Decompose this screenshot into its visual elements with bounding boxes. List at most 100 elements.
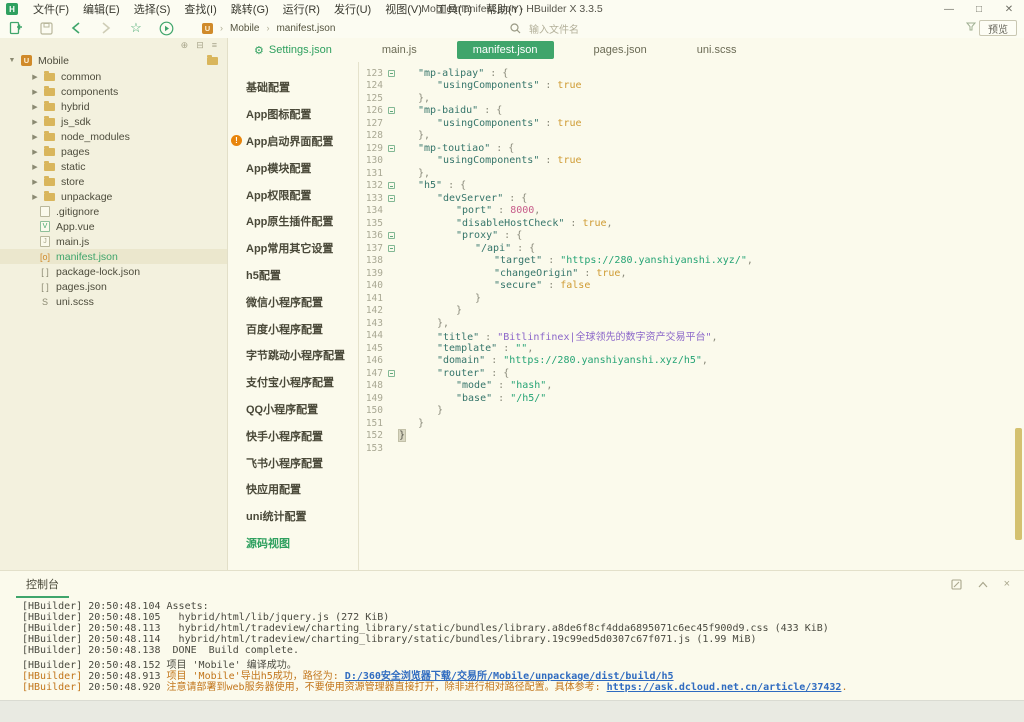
tree-folder-components[interactable]: ▶ components — [0, 84, 227, 99]
chevron-down-icon[interactable]: ▼ — [7, 57, 17, 64]
log-link[interactable]: https://ask.dcloud.net.cn/article/37432 — [607, 682, 842, 693]
forward-icon[interactable] — [98, 20, 114, 36]
nav-item-app模块配置[interactable]: App模块配置 — [228, 154, 358, 181]
run-icon[interactable] — [158, 20, 174, 36]
nav-item-快手小程序配置[interactable]: 快手小程序配置 — [228, 422, 358, 449]
menu-item-帮助-y-[interactable]: 帮助(Y) — [479, 1, 530, 17]
fold-column[interactable] — [383, 182, 399, 190]
nav-item-app原生插件配置[interactable]: App原生插件配置 — [228, 208, 358, 235]
minimize-icon[interactable]: — — [934, 0, 964, 18]
nav-item-app常用其它设置[interactable]: App常用其它设置 — [228, 235, 358, 262]
fold-column[interactable] — [383, 244, 399, 252]
tree-root-mobile[interactable]: ▼ U Mobile — [0, 52, 227, 69]
close-icon[interactable]: ✕ — [994, 0, 1024, 18]
fold-collapse-icon[interactable] — [387, 244, 395, 252]
new-file-button[interactable] — [8, 20, 24, 36]
tab-manifest-json[interactable]: manifest.json — [456, 41, 554, 59]
tree-folder-static[interactable]: ▶ static — [0, 159, 227, 174]
breadcrumb-item-mobile[interactable]: Mobile — [230, 23, 259, 34]
tree-file--gitignore[interactable]: .gitignore — [0, 204, 227, 219]
fold-column[interactable] — [383, 369, 399, 377]
nav-item-h5配置[interactable]: h5配置 — [228, 262, 358, 289]
nav-item-uni统计配置[interactable]: uni统计配置 — [228, 503, 358, 530]
nav-item-微信小程序配置[interactable]: 微信小程序配置 — [228, 288, 358, 315]
save-icon[interactable] — [38, 20, 54, 36]
tree-file-pages-json[interactable]: [ ] pages.json — [0, 279, 227, 294]
star-icon[interactable]: ☆ — [128, 20, 144, 36]
tab-console[interactable]: 控制台 — [16, 571, 69, 598]
fold-column[interactable] — [383, 69, 399, 77]
menu-item-工具-t-[interactable]: 工具(T) — [429, 1, 479, 17]
chevron-right-icon[interactable]: ▶ — [30, 103, 40, 111]
nav-item-源码视图[interactable]: 源码视图 — [228, 530, 358, 557]
menu-item-查找-i-[interactable]: 查找(I) — [177, 1, 223, 17]
tree-file-package-lock-json[interactable]: [ ] package-lock.json — [0, 264, 227, 279]
code-editor[interactable]: 123 "mp-alipay" : {124 "usingComponents" :… — [359, 62, 1024, 570]
tree-folder-store[interactable]: ▶ store — [0, 174, 227, 189]
nav-item-支付宝小程序配置[interactable]: 支付宝小程序配置 — [228, 369, 358, 396]
menu-item-跳转-g-[interactable]: 跳转(G) — [224, 1, 276, 17]
menu-item-选择-s-[interactable]: 选择(S) — [127, 1, 178, 17]
chevron-right-icon[interactable]: ▶ — [30, 88, 40, 96]
collapse-all-icon[interactable]: ⊟ — [196, 40, 204, 52]
menu-item-视图-v-[interactable]: 视图(V) — [378, 1, 429, 17]
fold-column[interactable] — [383, 107, 399, 115]
preview-button[interactable]: 预览 — [979, 20, 1017, 36]
search-input[interactable]: 输入文件名 — [510, 20, 952, 36]
fold-collapse-icon[interactable] — [387, 144, 395, 152]
fold-collapse-icon[interactable] — [387, 182, 395, 190]
chevron-right-icon[interactable]: ▶ — [30, 133, 40, 141]
tree-folder-node-modules[interactable]: ▶ node_modules — [0, 129, 227, 144]
nav-item-百度小程序配置[interactable]: 百度小程序配置 — [228, 315, 358, 342]
fold-collapse-icon[interactable] — [387, 232, 395, 240]
tree-folder-hybrid[interactable]: ▶ hybrid — [0, 99, 227, 114]
tree-folder-unpackage[interactable]: ▶ unpackage — [0, 189, 227, 204]
tree-folder-pages[interactable]: ▶ pages — [0, 144, 227, 159]
nav-item-app权限配置[interactable]: App权限配置 — [228, 181, 358, 208]
nav-item-app启动界面配置[interactable]: ! App启动界面配置 — [228, 128, 358, 155]
nav-item-app图标配置[interactable]: App图标配置 — [228, 101, 358, 128]
tree-file-manifest-json[interactable]: [o] manifest.json — [0, 249, 227, 264]
fold-collapse-icon[interactable] — [387, 194, 395, 202]
tree-folder-js-sdk[interactable]: ▶ js_sdk — [0, 114, 227, 129]
nav-item-字节跳动小程序配置[interactable]: 字节跳动小程序配置 — [228, 342, 358, 369]
menu-item-文件-f-[interactable]: 文件(F) — [26, 1, 76, 17]
editor-scrollbar[interactable] — [1015, 428, 1022, 540]
chevron-right-icon[interactable]: ▶ — [30, 118, 40, 126]
chevron-right-icon[interactable]: ▶ — [30, 148, 40, 156]
nav-item-qq小程序配置[interactable]: QQ小程序配置 — [228, 396, 358, 423]
back-icon[interactable] — [68, 20, 84, 36]
fold-column[interactable] — [383, 232, 399, 240]
tab-uni-scss[interactable]: uni.scss — [687, 41, 747, 59]
breadcrumb-item-manifest-json[interactable]: manifest.json — [276, 23, 335, 34]
chevron-right-icon[interactable]: ▶ — [30, 193, 40, 201]
clear-console-icon[interactable] — [951, 578, 962, 590]
menu-item-编辑-e-[interactable]: 编辑(E) — [76, 1, 127, 17]
nav-item-飞书小程序配置[interactable]: 飞书小程序配置 — [228, 449, 358, 476]
tree-file-app-vue[interactable]: V App.vue — [0, 219, 227, 234]
tree-file-uni-scss[interactable]: Suni.scss — [0, 294, 227, 309]
fold-column[interactable] — [383, 144, 399, 152]
close-panel-icon[interactable]: × — [1004, 578, 1010, 590]
tree-file-main-js[interactable]: Jmain.js — [0, 234, 227, 249]
more-menu-icon[interactable]: ≡ — [212, 40, 217, 52]
filter-icon[interactable] — [966, 22, 976, 31]
chevron-right-icon[interactable]: ▶ — [30, 163, 40, 171]
chevron-right-icon[interactable]: ▶ — [30, 178, 40, 186]
tab-main-js[interactable]: main.js — [372, 41, 427, 59]
chevron-right-icon[interactable]: ▶ — [30, 73, 40, 81]
maximize-icon[interactable]: □ — [964, 0, 994, 18]
collapse-panel-icon[interactable] — [978, 581, 988, 588]
menu-item-发行-u-[interactable]: 发行(U) — [327, 1, 378, 17]
tree-folder-common[interactable]: ▶ common — [0, 69, 227, 84]
nav-item-快应用配置[interactable]: 快应用配置 — [228, 476, 358, 503]
fold-collapse-icon[interactable] — [387, 69, 395, 77]
tab-settings-json[interactable]: ⚙ Settings.json — [244, 41, 342, 60]
menu-item-运行-r-[interactable]: 运行(R) — [276, 1, 327, 17]
fold-collapse-icon[interactable] — [387, 107, 395, 115]
add-icon[interactable]: ⊕ — [181, 40, 189, 52]
nav-item-基础配置[interactable]: 基础配置 — [228, 74, 358, 101]
tab-pages-json[interactable]: pages.json — [584, 41, 657, 59]
fold-collapse-icon[interactable] — [387, 369, 395, 377]
fold-column[interactable] — [383, 194, 399, 202]
